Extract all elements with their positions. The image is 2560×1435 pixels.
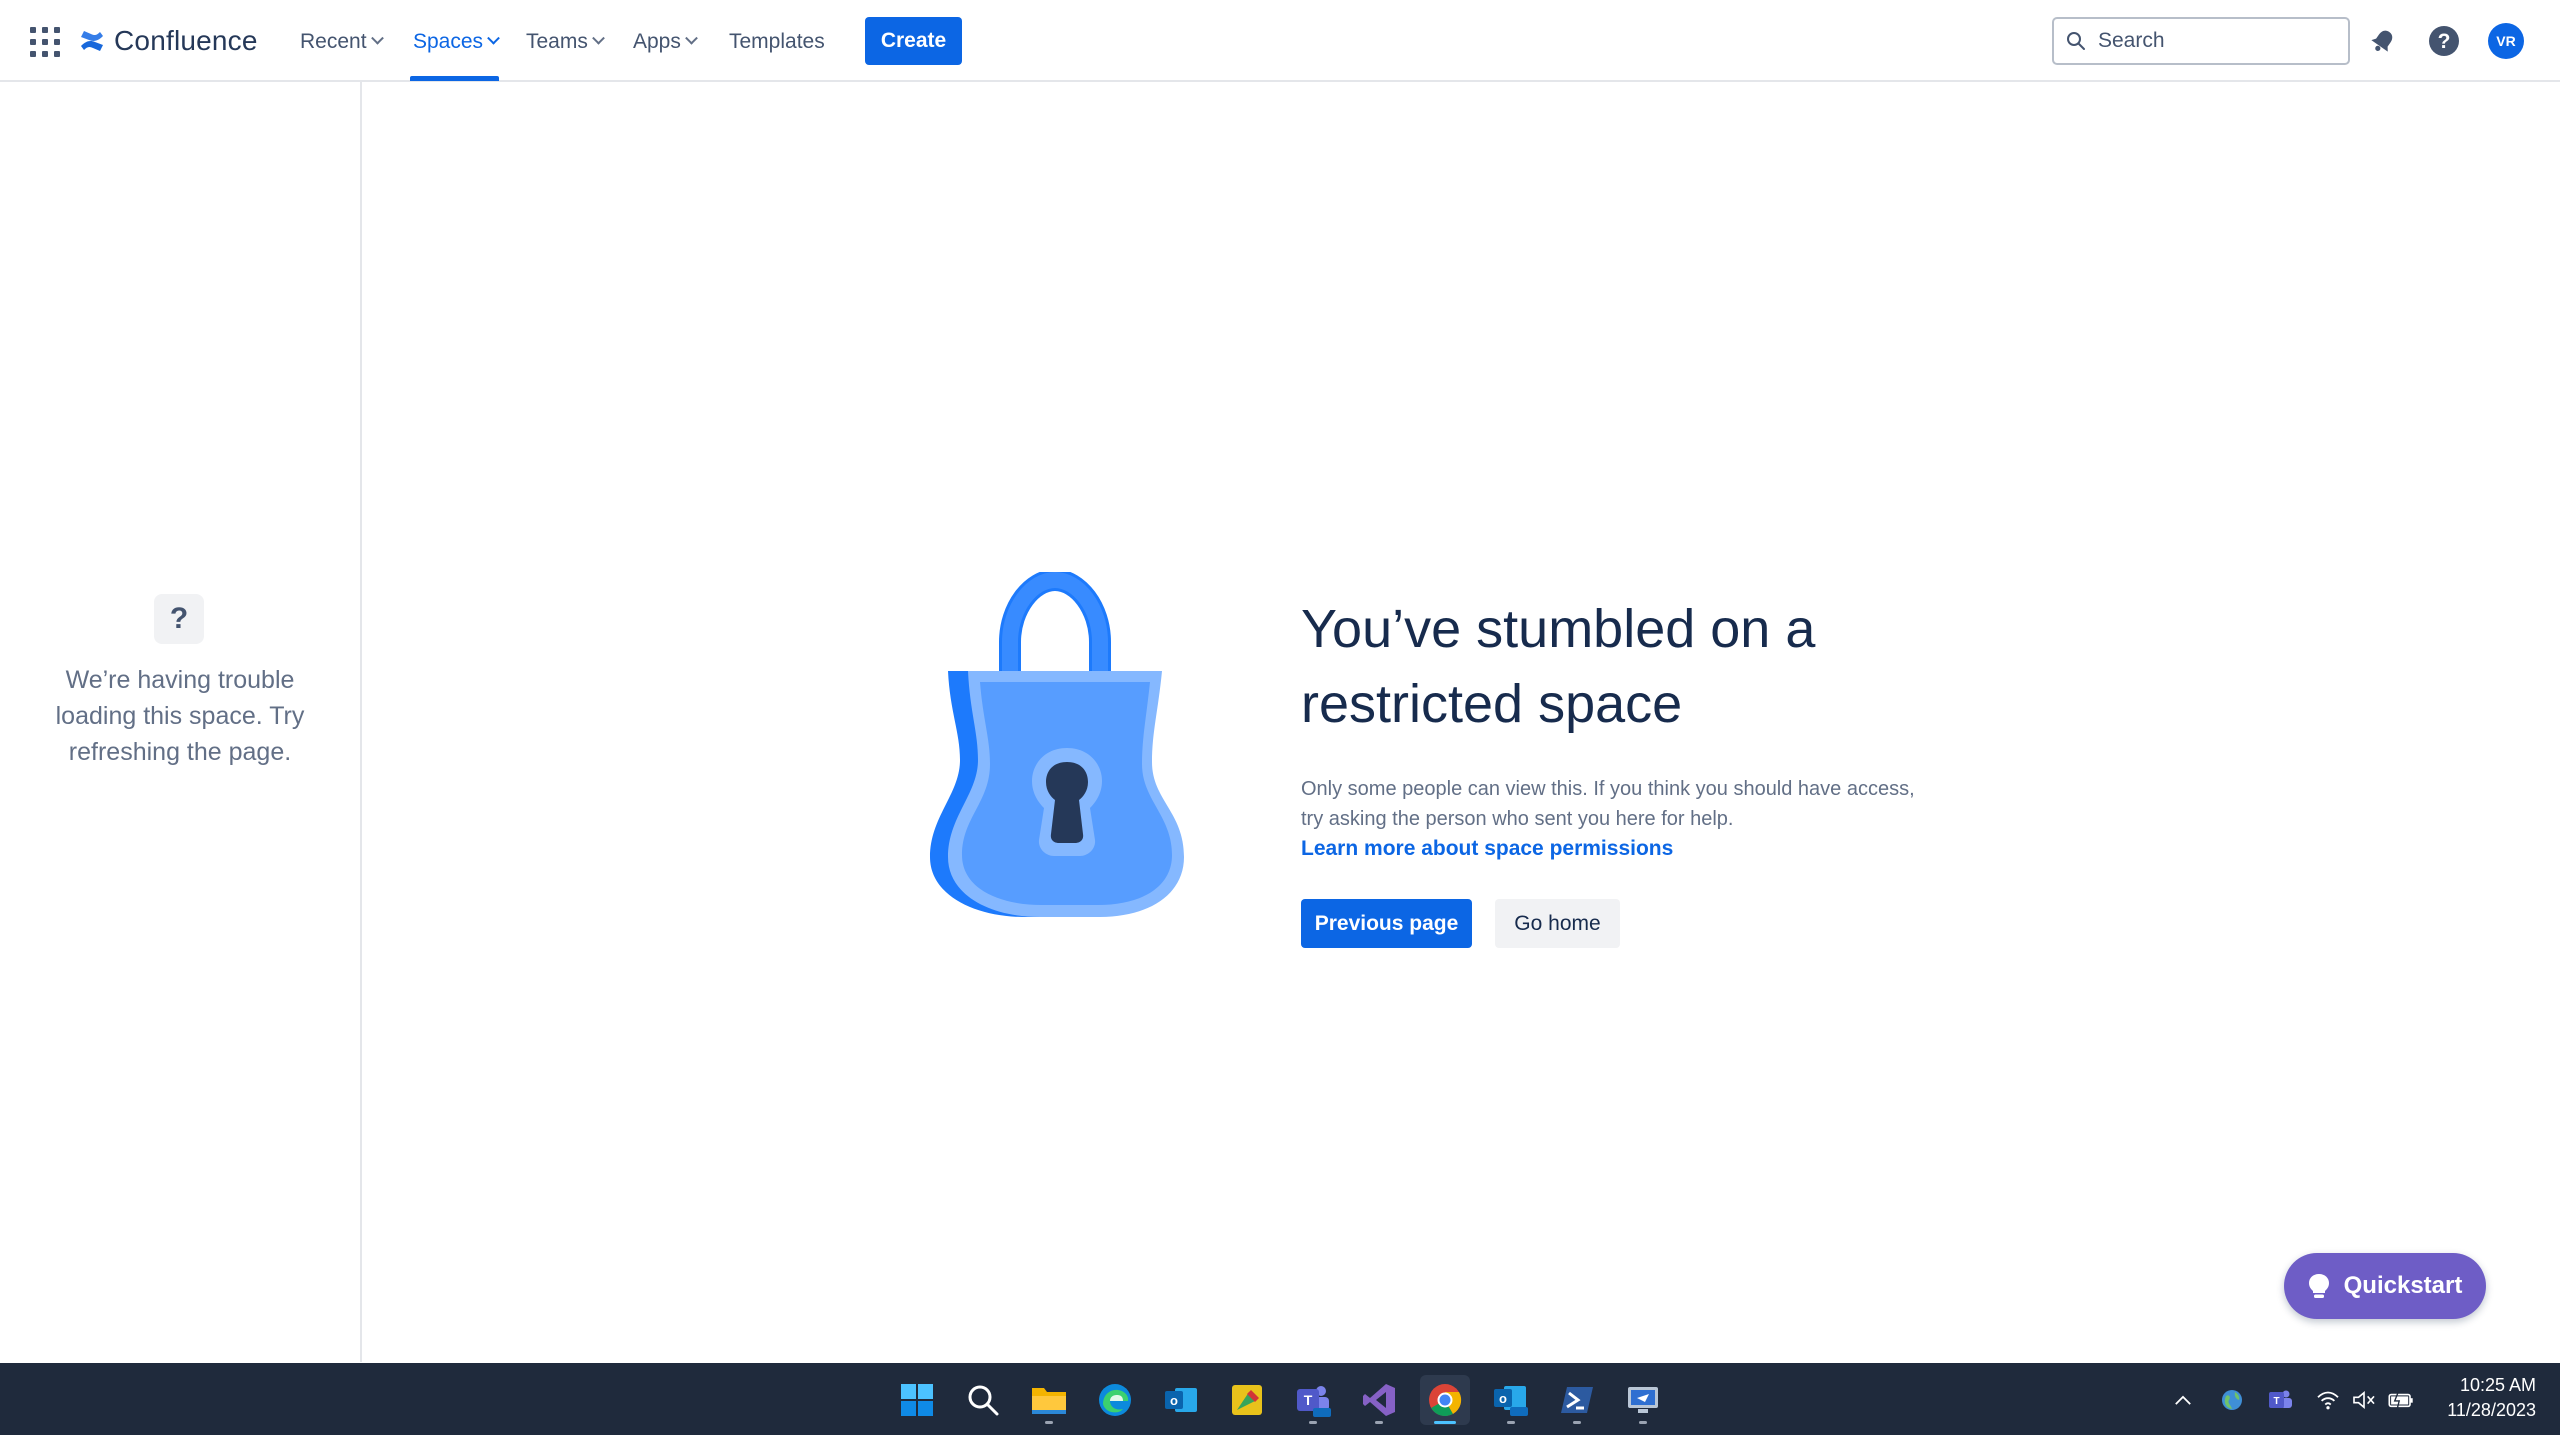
sticky-app-icon <box>1232 1385 1262 1415</box>
teams-new-icon: T <box>1297 1386 1331 1417</box>
nav-templates-label: Templates <box>729 30 825 53</box>
clock-time: 10:25 AM <box>2459 1375 2536 1395</box>
edge-button[interactable] <box>1090 1375 1140 1425</box>
nav-recent[interactable]: Recent <box>300 24 384 60</box>
learn-more-link[interactable]: Learn more about space permissions <box>1301 834 1673 864</box>
active-tab-indicator <box>410 76 499 81</box>
visual-studio-icon <box>1363 1384 1395 1416</box>
outlook-button[interactable]: o <box>1156 1375 1206 1425</box>
show-hidden-icons-button[interactable] <box>2170 1387 2196 1413</box>
system-clock[interactable]: 10:25 AM 11/28/2023 <box>2420 1373 2536 1423</box>
nav-apps[interactable]: Apps <box>633 24 698 60</box>
globe-icon <box>2222 1390 2242 1410</box>
restricted-description: Only some people can view this. If you t… <box>1301 778 1915 830</box>
question-mark-icon: ? <box>154 594 204 644</box>
lightbulb-icon <box>2308 1274 2329 1298</box>
teams-new-button[interactable]: T <box>1288 1375 1338 1425</box>
sidebar: ? We’re having trouble loading this spac… <box>0 82 362 1362</box>
teams-tray-icon: T <box>2269 1390 2292 1408</box>
nav-teams-label: Teams <box>526 30 588 53</box>
search-icon <box>968 1385 999 1416</box>
notifications-button[interactable] <box>2364 22 2402 60</box>
page-title: You’ve stumbled on a restricted space <box>1301 599 1816 734</box>
logo-text: Confluence <box>114 25 258 56</box>
outlook-icon: o <box>1165 1388 1197 1412</box>
confluence-logo-icon <box>81 31 103 51</box>
svg-text:o: o <box>1170 1393 1178 1408</box>
running-indicator <box>1309 1421 1317 1424</box>
nav-apps-label: Apps <box>633 30 681 53</box>
avatar[interactable]: VR <box>2488 23 2524 59</box>
running-indicator <box>1639 1421 1647 1424</box>
go-home-button[interactable]: Go home <box>1495 899 1620 948</box>
running-indicator <box>1375 1421 1383 1424</box>
outlook-new-button[interactable]: o <box>1486 1375 1536 1425</box>
padlock-icon <box>930 572 1184 917</box>
previous-page-button[interactable]: Previous page <box>1301 899 1472 948</box>
outlook-new-icon: o <box>1494 1386 1528 1416</box>
windows-start-icon <box>901 1384 933 1416</box>
confluence-logo[interactable]: Confluence <box>78 22 258 60</box>
chrome-icon <box>1429 1384 1462 1417</box>
help-button[interactable]: ? <box>2425 22 2463 60</box>
running-indicator <box>1045 1421 1053 1424</box>
nav-recent-label: Recent <box>300 30 367 53</box>
help-icon: ? <box>2429 26 2459 56</box>
svg-text:T: T <box>1304 1392 1313 1408</box>
powershell-button[interactable] <box>1552 1375 1602 1425</box>
nav-teams[interactable]: Teams <box>526 24 605 60</box>
svg-text:T: T <box>2273 1396 2279 1407</box>
notifications-icon <box>2371 30 2393 52</box>
top-navigation: Confluence Recent Spaces Teams Apps Temp… <box>0 0 2560 82</box>
battery-tray[interactable] <box>2386 1387 2416 1413</box>
windows-start-button[interactable] <box>892 1375 942 1425</box>
chrome-button[interactable] <box>1420 1375 1470 1425</box>
wifi-tray[interactable] <box>2314 1387 2342 1413</box>
chevron-up-icon <box>2175 1395 2191 1405</box>
clock-date: 11/28/2023 <box>2447 1400 2536 1420</box>
battery-icon <box>2388 1391 2413 1409</box>
chevron-down-icon <box>685 31 698 45</box>
quickstart-button[interactable]: Quickstart <box>2284 1253 2486 1319</box>
teams-tray[interactable]: T <box>2266 1387 2294 1413</box>
sticky-app-button[interactable] <box>1222 1375 1272 1425</box>
file-explorer-button[interactable] <box>1024 1375 1074 1425</box>
search-icon <box>2067 32 2085 50</box>
wifi-icon <box>2317 1391 2339 1410</box>
globe-tray[interactable] <box>2218 1387 2246 1413</box>
chevron-down-icon <box>370 31 384 45</box>
svg-text:?: ? <box>2438 30 2451 53</box>
edge-icon <box>1099 1384 1131 1416</box>
remote-desktop-button[interactable] <box>1618 1375 1668 1425</box>
nav-spaces-label: Spaces <box>413 30 484 53</box>
remote-desktop-icon <box>1628 1387 1658 1413</box>
nav-templates[interactable]: Templates <box>729 24 825 60</box>
volume-tray[interactable] <box>2350 1387 2378 1413</box>
visual-studio-button[interactable] <box>1354 1375 1404 1425</box>
create-button[interactable]: Create <box>865 17 962 65</box>
chevron-down-icon <box>487 31 500 45</box>
running-indicator <box>1507 1421 1515 1424</box>
running-indicator <box>1573 1421 1581 1424</box>
svg-text:o: o <box>1499 1391 1507 1406</box>
speaker-muted-icon <box>2353 1390 2375 1410</box>
sidebar-error-message: We’re having trouble loading this space.… <box>55 666 305 766</box>
nav-spaces[interactable]: Spaces <box>413 24 500 60</box>
windows-taskbar: o T o T 10:25 AM 11/28/2023 <box>0 1363 2560 1435</box>
search-input[interactable] <box>2098 29 2328 53</box>
powershell-icon <box>1561 1387 1593 1413</box>
file-explorer-icon <box>1032 1388 1066 1414</box>
chevron-down-icon <box>591 31 605 45</box>
app-switcher-icon[interactable] <box>30 27 60 57</box>
quickstart-label: Quickstart <box>2343 1272 2463 1299</box>
search-box[interactable] <box>2052 17 2350 65</box>
active-indicator <box>1434 1421 1456 1424</box>
taskbar-search-button[interactable] <box>958 1375 1008 1425</box>
